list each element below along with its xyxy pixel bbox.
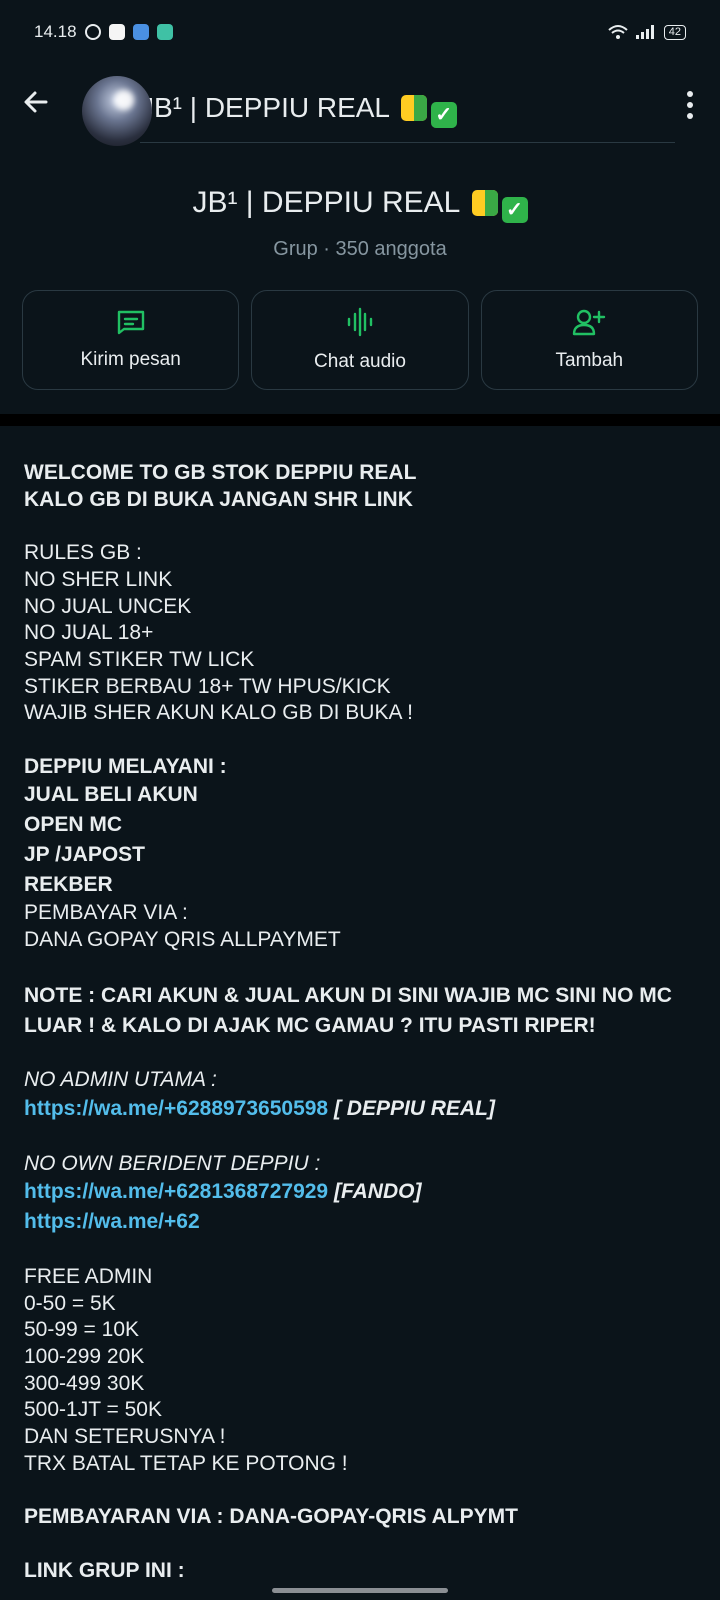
description-line: FREE ADMIN xyxy=(24,1264,153,1288)
owner-link[interactable]: https://wa.me/+62 xyxy=(24,1210,200,1233)
group-subtitle: Grup · 350 anggota xyxy=(273,238,447,260)
admin-link[interactable]: https://wa.me/+6288973650598 xyxy=(24,1097,328,1120)
add-person-icon xyxy=(573,309,606,336)
description-line: NO JUAL 18+ xyxy=(24,621,154,645)
description-line: 500-1JT = 50K xyxy=(24,1398,162,1422)
description-line: 100-299 20K xyxy=(24,1345,145,1369)
description-line: NO OWN BERIDENT DEPPIU : xyxy=(24,1151,321,1175)
description-line: 50-99 = 10K xyxy=(24,1318,140,1342)
group-name-text: JB¹ | DEPPIU REAL xyxy=(192,186,460,219)
add-member-button[interactable]: Tambah xyxy=(480,290,698,390)
description-line: NO JUAL UNCEK xyxy=(24,594,192,618)
description-line: REKBER xyxy=(24,873,113,897)
status-bar-right: 42 xyxy=(608,24,686,40)
group-name: JB¹ | DEPPIU REAL ✓ xyxy=(0,186,720,223)
description-line: 300-499 30K xyxy=(24,1371,145,1395)
admin-name: [ DEPPIU REAL] xyxy=(328,1096,495,1120)
description-line: NO SHER LINK xyxy=(24,567,173,591)
owner-link[interactable]: https://wa.me/+6281368727929 xyxy=(24,1180,328,1203)
description-line: WAJIB SHER AKUN KALO GB DI BUKA ! xyxy=(24,701,413,725)
description-line: OPEN MC xyxy=(24,813,123,837)
top-bar-title: JB¹ | DEPPIU REAL ✓ xyxy=(140,92,457,128)
description-line: PEMBAYARAN VIA : DANA-GOPAY-QRIS ALPYMT xyxy=(24,1505,518,1529)
signal-icon xyxy=(635,25,654,39)
action-buttons: Kirim pesan Chat audio Tambah xyxy=(22,290,698,390)
audio-wave-icon xyxy=(347,307,373,337)
app-notification-icon xyxy=(132,24,149,40)
message-icon xyxy=(117,310,144,335)
send-message-button[interactable]: Kirim pesan xyxy=(22,290,240,390)
description-line: https://wa.me/+62 xyxy=(24,1207,700,1237)
status-time: 14.18 xyxy=(34,22,77,41)
back-arrow-icon[interactable] xyxy=(20,86,52,118)
top-app-bar: JB¹ | DEPPIU REAL ✓ xyxy=(0,64,720,146)
description-line: JP /JAPOST xyxy=(24,843,145,867)
more-options-icon[interactable] xyxy=(686,90,694,120)
description-line: TRX BATAL TETAP KE POTONG ! xyxy=(24,1451,348,1475)
audio-chat-label: Chat audio xyxy=(314,351,406,372)
section-separator xyxy=(0,414,720,426)
description-line: https://wa.me/+6288973650598 [ DEPPIU RE… xyxy=(24,1094,700,1124)
check-badge-icon: ✓ xyxy=(430,102,457,128)
group-avatar[interactable] xyxy=(82,76,152,146)
description-line: PEMBAYAR VIA : xyxy=(24,901,188,925)
top-bar-title-text: JB¹ | DEPPIU REAL xyxy=(140,92,389,123)
description-line: KALO GB DI BUKA JANGAN SHR LINK xyxy=(24,487,413,511)
wifi-icon xyxy=(608,25,628,39)
whatsapp-notification-icon xyxy=(84,24,101,40)
description-line: RULES GB : xyxy=(24,541,142,565)
description-line: 0-50 = 5K xyxy=(24,1291,116,1315)
add-member-label: Tambah xyxy=(555,350,624,371)
description-line: JUAL BELI AKUN xyxy=(24,783,198,807)
app-notification-icon xyxy=(108,24,125,40)
description-line: SPAM STIKER TW LICK xyxy=(24,647,255,671)
description-line: DEPPIU MELAYANI : xyxy=(24,754,227,778)
battery-icon: 42 xyxy=(663,24,686,40)
home-indicator[interactable] xyxy=(272,1588,448,1593)
app-notification-icon xyxy=(156,24,173,40)
send-message-label: Kirim pesan xyxy=(80,349,181,370)
description-line: STIKER BERBAU 18+ TW HPUS/KICK xyxy=(24,674,391,698)
description-line: DANA GOPAY QRIS ALLPAYMET xyxy=(24,928,341,952)
divider xyxy=(140,142,675,143)
status-bar: 14.18 42 xyxy=(0,0,720,64)
shield-badge-icon xyxy=(471,190,498,216)
audio-chat-button[interactable]: Chat audio xyxy=(251,290,469,390)
description-line: NO ADMIN UTAMA : xyxy=(24,1068,217,1092)
description-line: NOTE : CARI AKUN & JUAL AKUN DI SINI WAJ… xyxy=(24,983,672,1007)
status-bar-left: 14.18 xyxy=(34,22,173,42)
group-description: WELCOME TO GB STOK DEPPIU REAL KALO GB D… xyxy=(24,460,700,1584)
description-line: https://wa.me/+6281368727929 [FANDO] xyxy=(24,1177,700,1207)
description-line: WELCOME TO GB STOK DEPPIU REAL xyxy=(24,461,417,484)
check-badge-icon: ✓ xyxy=(501,197,528,223)
description-line: LINK GRUP INI : xyxy=(24,1558,185,1582)
description-line: LUAR ! & KALO DI AJAK MC GAMAU ? ITU PAS… xyxy=(24,1013,596,1037)
owner-name: [FANDO] xyxy=(328,1180,422,1204)
description-line: DAN SETERUSNYA ! xyxy=(24,1425,226,1449)
shield-badge-icon xyxy=(400,95,427,121)
